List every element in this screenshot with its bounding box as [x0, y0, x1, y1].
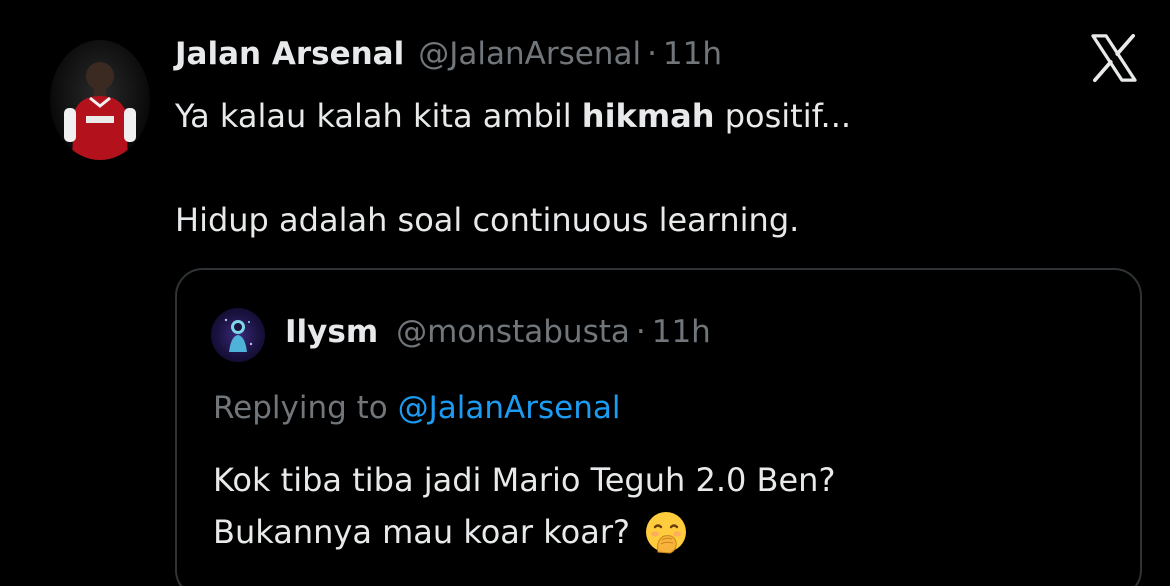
author-handle[interactable]: @JalanArsenal [418, 36, 641, 72]
replying-handle-link[interactable]: @JalanArsenal [398, 390, 621, 426]
tweet-text-part: positif... [714, 97, 852, 135]
tweet-line-2: Hidup adalah soal continuous learning. [175, 201, 800, 239]
tweet-text-part: Ya kalau kalah kita ambil [175, 97, 582, 135]
quote-avatar-image [224, 318, 253, 352]
post-time[interactable]: 11h [663, 36, 722, 72]
quote-author-avatar[interactable] [211, 308, 265, 362]
emoji-shape [645, 512, 686, 554]
x-logo-shape [1091, 33, 1137, 83]
replying-to: Replying to @JalanArsenal [213, 390, 620, 426]
author-name[interactable]: Jalan Arsenal [175, 36, 404, 72]
separator-dot: · [635, 314, 646, 350]
separator-dot: · [647, 36, 657, 72]
tweet-line-1: Ya kalau kalah kita ambil hikmah positif… [175, 90, 1135, 142]
tweet-screenshot: Jalan Arsenal @JalanArsenal · 11h Ya kal… [0, 0, 1170, 586]
quoted-tweet-card[interactable]: Ilysm @monstabusta · 11h Replying to @Ja… [175, 268, 1142, 586]
tweet-header: Jalan Arsenal @JalanArsenal · 11h [175, 36, 722, 72]
face-with-hand-over-mouth-icon [644, 510, 688, 554]
quote-post-time[interactable]: 11h [652, 314, 711, 350]
replying-prefix: Replying to [213, 390, 398, 426]
tweet-text-bold: hikmah [581, 97, 715, 135]
quote-line-1-text: Kok tiba tiba jadi Mario Teguh 2.0 Ben? [213, 461, 836, 499]
avatar-image [64, 62, 136, 160]
x-logo-icon [1086, 30, 1142, 86]
tweet-text: Ya kalau kalah kita ambil hikmah positif… [175, 90, 1135, 246]
author-avatar[interactable] [50, 40, 150, 160]
quote-line-2-text: Bukannya mau koar koar? [213, 513, 630, 551]
quote-author-handle[interactable]: @monstabusta [396, 314, 630, 350]
quote-line-1: Kok tiba tiba jadi Mario Teguh 2.0 Ben? [213, 454, 1113, 506]
tweet-line-gap [175, 142, 1135, 194]
quote-author-name[interactable]: Ilysm [285, 314, 378, 350]
quote-header: Ilysm @monstabusta · 11h [285, 314, 711, 350]
quote-line-2: Bukannya mau koar koar? [213, 506, 1113, 558]
quote-text: Kok tiba tiba jadi Mario Teguh 2.0 Ben? … [213, 454, 1113, 558]
